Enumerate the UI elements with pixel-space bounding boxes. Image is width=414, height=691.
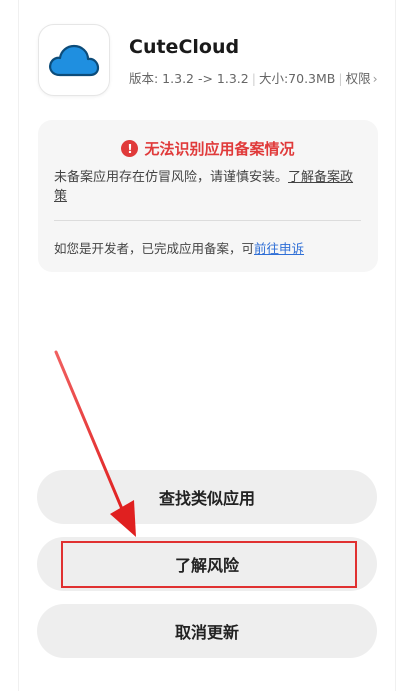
cloud-icon [38, 24, 110, 96]
cancel-update-button[interactable]: 取消更新 [37, 604, 377, 658]
find-similar-button[interactable]: 查找类似应用 [37, 470, 377, 524]
app-meta: 版本: 1.3.2 -> 1.3.2 | 大小:70.3MB | 权限 › [129, 71, 378, 86]
warning-text: 未备案应用存在仿冒风险，请谨慎安装。了解备案政策 [54, 168, 360, 206]
size-label: 大小:70.3MB [258, 71, 336, 86]
permission-link[interactable]: 权限 [346, 71, 371, 86]
warning-title: ! 无法识别应用备案情况 [38, 138, 378, 159]
alert-icon: ! [121, 140, 139, 157]
warning-body: 未备案应用存在仿冒风险，请谨慎安装。 [54, 170, 289, 185]
appeal-link[interactable]: 前往申诉 [254, 241, 304, 256]
annotation-highlight-box [61, 541, 357, 588]
warning-card: ! 无法识别应用备案情况 未备案应用存在仿冒风险，请谨慎安装。了解备案政策 如您… [38, 120, 378, 272]
chevron-right-icon[interactable]: › [373, 71, 378, 86]
developer-note: 如您是开发者，已完成应用备案，可 [54, 241, 255, 256]
version-label: 版本: 1.3.2 -> 1.3.2 [129, 71, 249, 86]
developer-text: 如您是开发者，已完成应用备案，可前往申诉 [54, 238, 364, 257]
warning-title-text: 无法识别应用备案情况 [144, 140, 295, 158]
app-header: CuteCloud 版本: 1.3.2 -> 1.3.2 | 大小:70.3MB | 权… [38, 24, 378, 96]
app-name: CuteCloud [129, 36, 240, 58]
divider [54, 220, 361, 221]
